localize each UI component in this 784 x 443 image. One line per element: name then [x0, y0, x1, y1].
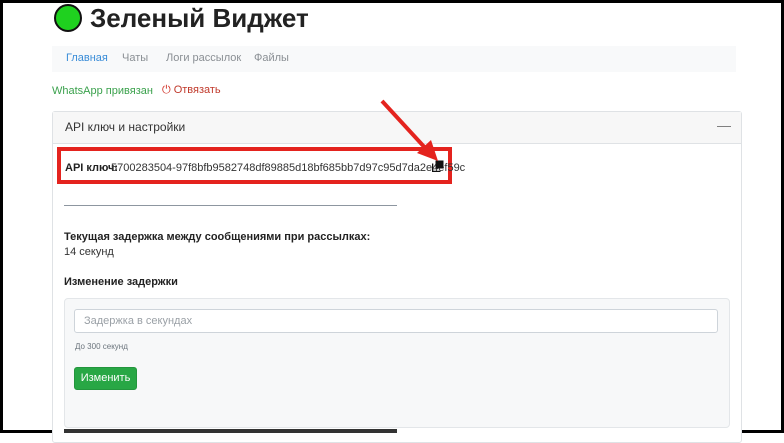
current-delay-heading: Текущая задержка между сообщениями при р…: [64, 231, 371, 243]
power-icon: ⏻: [162, 84, 171, 96]
whatsapp-status: WhatsApp привязан: [52, 85, 153, 97]
unbind-label: Отвязать: [173, 84, 221, 96]
page-title: Зеленый Виджет: [90, 3, 309, 33]
current-delay-value: 14 секунд: [64, 246, 114, 258]
collapse-button[interactable]: —: [717, 117, 731, 133]
unbind-button[interactable]: ⏻ Отвязать: [162, 84, 221, 97]
nav-tab-mailing-logs[interactable]: Логи рассылок: [166, 52, 241, 64]
card-title: API ключ и настройки: [65, 120, 186, 134]
logo-icon: [54, 4, 82, 32]
bottom-divider: [64, 429, 397, 433]
nav-tab-files[interactable]: Файлы: [254, 52, 289, 64]
change-button[interactable]: Изменить: [74, 367, 137, 390]
nav-tab-home[interactable]: Главная: [66, 52, 108, 64]
change-delay-heading: Изменение задержки: [64, 276, 178, 288]
nav-tab-chats[interactable]: Чаты: [122, 52, 148, 64]
annotation-arrow: [380, 99, 438, 161]
main-nav: Главная Чаты Логи рассылок Файлы: [52, 46, 736, 72]
divider: [64, 205, 397, 206]
delay-input[interactable]: [74, 309, 718, 333]
delay-hint: До 300 секунд: [75, 342, 128, 351]
